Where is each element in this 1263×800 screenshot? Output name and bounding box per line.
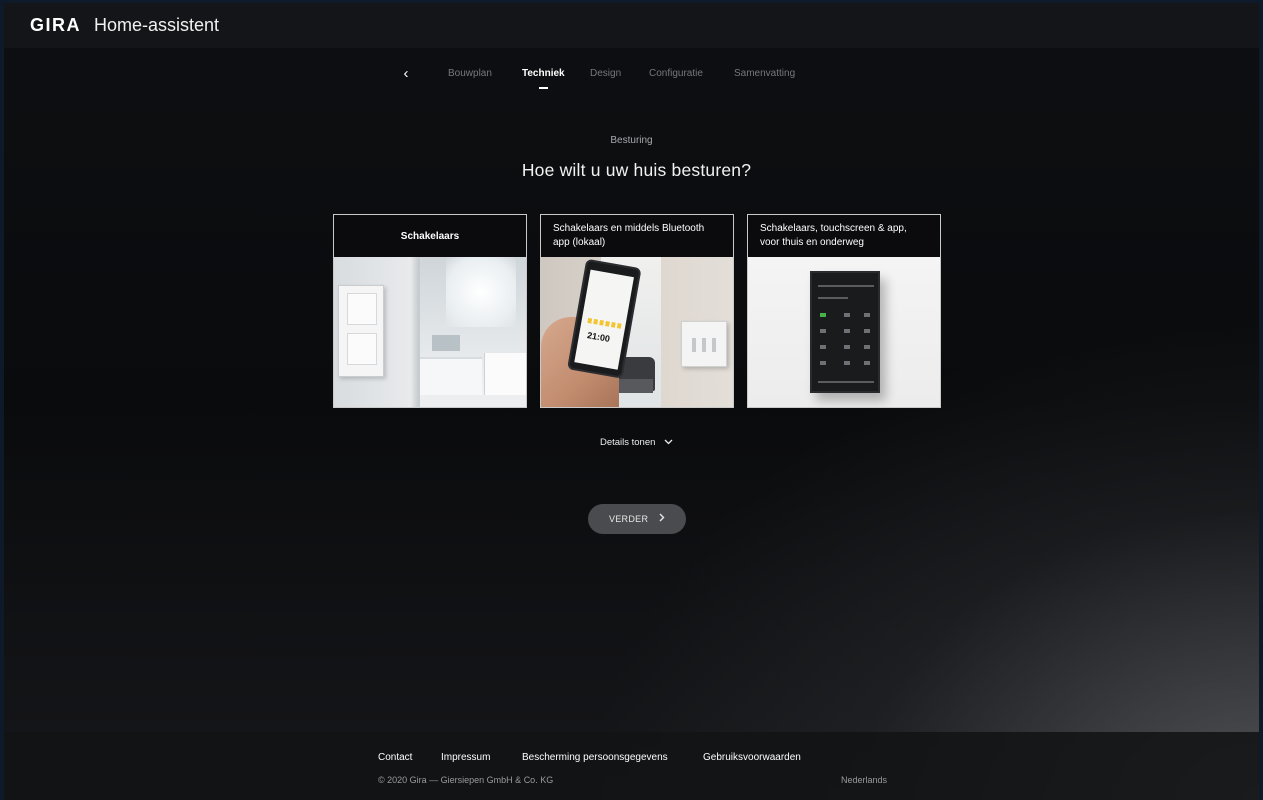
section-overline: Besturing bbox=[610, 135, 653, 146]
chevron-down-icon bbox=[664, 437, 673, 448]
footer-link-contact[interactable]: Contact bbox=[378, 752, 412, 763]
section-heading: Hoe wilt u uw huis besturen? bbox=[521, 160, 752, 180]
step-navigation: ‹ Bouwplan Techniek Design Configuratie … bbox=[0, 62, 1263, 92]
bathroom-switch-image bbox=[334, 257, 526, 407]
option-card-schakelaars[interactable]: Schakelaars bbox=[333, 214, 527, 408]
app-title: Home-assistent bbox=[94, 15, 220, 35]
details-label: Details tonen bbox=[599, 437, 656, 448]
footer-link-terms[interactable]: Gebruiksvoorwaarden bbox=[703, 752, 801, 763]
option-card-bluetooth-app[interactable]: Schakelaars en middels Bluetooth app (lo… bbox=[540, 214, 734, 408]
continue-label: VERDER bbox=[608, 514, 649, 524]
step-configuratie[interactable]: Configuratie bbox=[649, 68, 703, 79]
footer-link-privacy[interactable]: Bescherming persoonsgegevens bbox=[522, 752, 668, 763]
active-step-indicator bbox=[539, 87, 548, 89]
app-header: GIRA Home-assistent bbox=[4, 3, 1259, 48]
footer: Contact Impressum Bescherming persoonsge… bbox=[4, 732, 1259, 800]
phone-app-image: 21:00 bbox=[541, 257, 733, 407]
step-bouwplan[interactable]: Bouwplan bbox=[448, 68, 492, 79]
card-label: Schakelaars en middels Bluetooth app (lo… bbox=[541, 215, 733, 257]
touch-panel-image bbox=[748, 257, 940, 407]
language-selector[interactable]: Nederlands bbox=[841, 775, 887, 785]
switch-plate-icon bbox=[681, 321, 727, 367]
card-label: Schakelaars, touchscreen & app, voor thu… bbox=[748, 215, 940, 257]
option-card-touchscreen-app[interactable]: Schakelaars, touchscreen & app, voor thu… bbox=[747, 214, 941, 408]
copyright-text: © 2020 Gira — Giersiepen GmbH & Co. KG bbox=[378, 775, 554, 785]
details-toggle[interactable]: Details tonen bbox=[0, 437, 1263, 448]
step-samenvatting[interactable]: Samenvatting bbox=[734, 68, 795, 79]
card-label: Schakelaars bbox=[334, 215, 526, 257]
continue-button[interactable]: VERDER bbox=[588, 504, 686, 534]
back-chevron-icon[interactable]: ‹ bbox=[398, 65, 414, 83]
gira-logo[interactable]: GIRA bbox=[30, 15, 81, 36]
chevron-right-icon bbox=[659, 513, 665, 525]
footer-link-impressum[interactable]: Impressum bbox=[441, 752, 490, 763]
wall-switch-icon bbox=[338, 285, 384, 377]
step-design[interactable]: Design bbox=[590, 68, 621, 79]
step-techniek[interactable]: Techniek bbox=[522, 68, 565, 79]
phone-time: 21:00 bbox=[586, 330, 611, 344]
touch-panel-icon bbox=[810, 271, 880, 393]
